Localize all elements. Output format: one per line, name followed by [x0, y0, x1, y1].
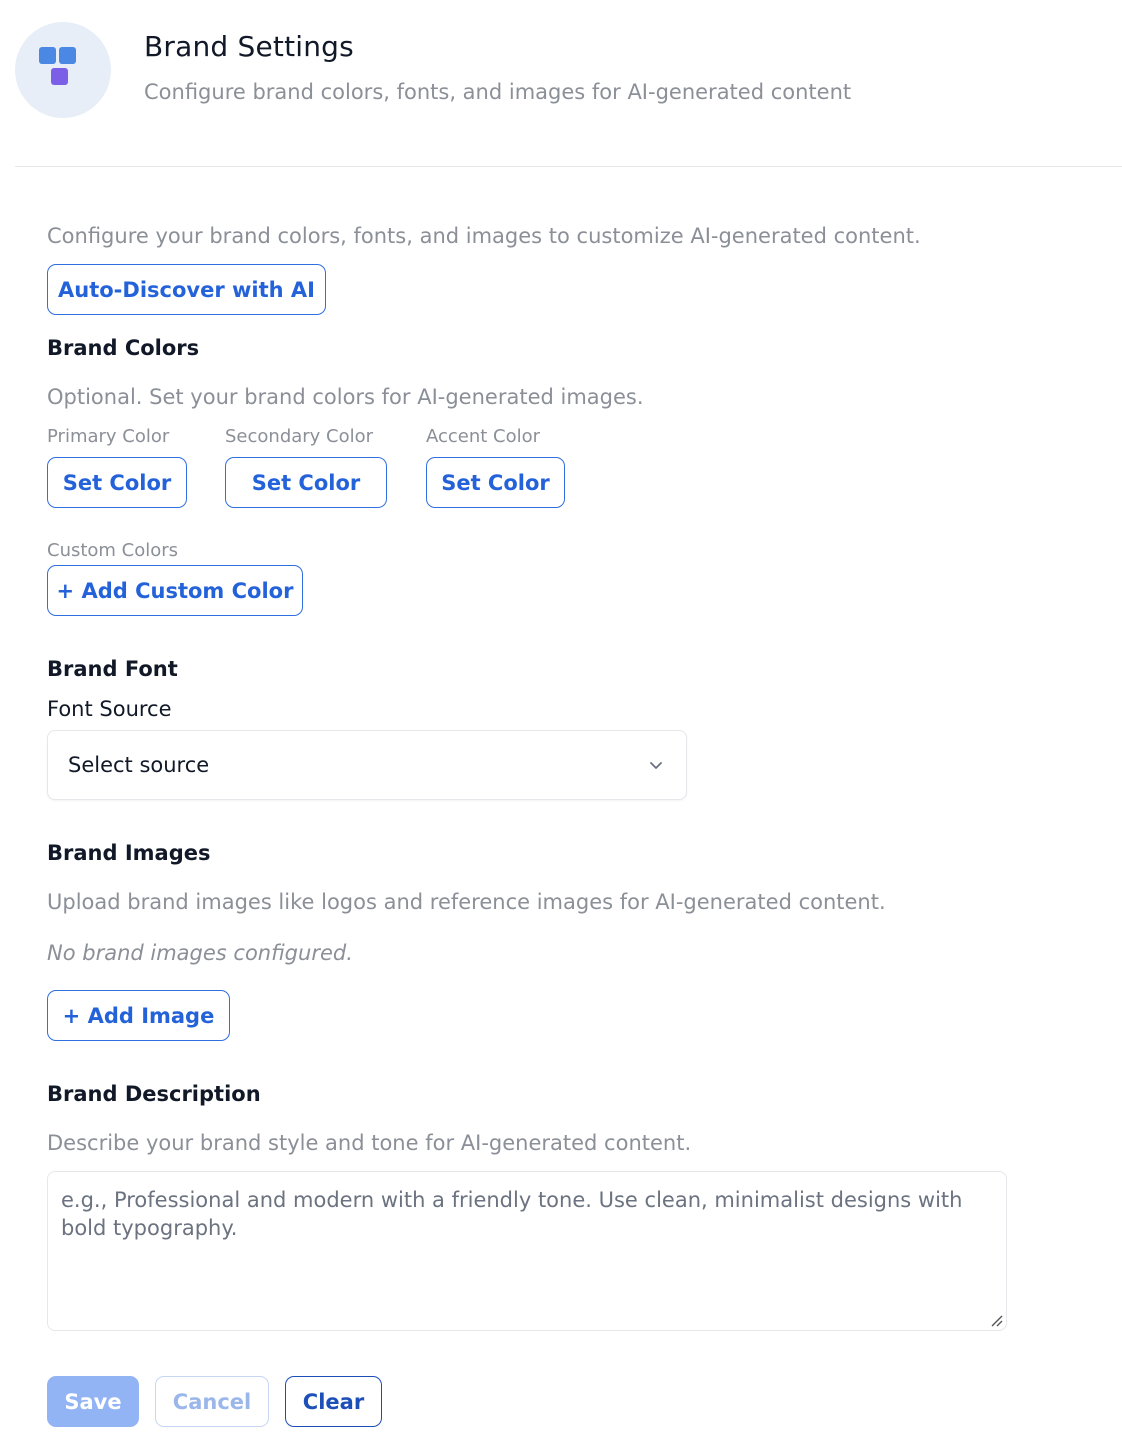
intro-text: Configure your brand colors, fonts, and …: [47, 224, 921, 248]
font-source-select[interactable]: Select source: [47, 730, 687, 800]
brand-description-help: Describe your brand style and tone for A…: [47, 1131, 692, 1155]
page-header: Brand Settings Configure brand colors, f…: [15, 22, 1122, 166]
chevron-down-icon: [650, 762, 662, 769]
primary-color-label: Primary Color: [47, 426, 170, 447]
cancel-button[interactable]: Cancel: [155, 1376, 269, 1427]
font-source-label: Font Source: [47, 697, 172, 721]
set-primary-color-button[interactable]: Set Color: [47, 457, 187, 508]
brand-colors-title: Brand Colors: [47, 336, 200, 360]
accent-color-label: Accent Color: [426, 426, 541, 447]
page-title: Brand Settings: [144, 30, 354, 63]
brand-font-title: Brand Font: [47, 657, 178, 681]
custom-colors-label: Custom Colors: [47, 540, 179, 561]
no-images-text: No brand images configured.: [47, 941, 353, 965]
auto-discover-button[interactable]: Auto-Discover with AI: [47, 264, 326, 315]
save-button[interactable]: Save: [47, 1376, 139, 1427]
logo-square: [59, 47, 76, 64]
set-accent-color-button[interactable]: Set Color: [426, 457, 565, 508]
font-source-value: Select source: [68, 753, 210, 777]
brand-images-description: Upload brand images like logos and refer…: [47, 890, 886, 914]
brand-description-title: Brand Description: [47, 1082, 261, 1106]
page-subtitle: Configure brand colors, fonts, and image…: [144, 80, 852, 104]
brand-colors-description: Optional. Set your brand colors for AI-g…: [47, 385, 644, 409]
brand-images-title: Brand Images: [47, 841, 211, 865]
add-image-button[interactable]: + Add Image: [47, 990, 230, 1041]
header-divider: [15, 166, 1122, 167]
textarea-placeholder: e.g., Professional and modern with a fri…: [61, 1188, 963, 1240]
set-secondary-color-button[interactable]: Set Color: [225, 457, 387, 508]
brand-blocks-icon: [15, 22, 111, 118]
add-custom-color-button[interactable]: + Add Custom Color: [47, 565, 303, 616]
secondary-color-label: Secondary Color: [225, 426, 374, 447]
brand-description-textarea[interactable]: e.g., Professional and modern with a fri…: [47, 1171, 1007, 1331]
clear-button[interactable]: Clear: [285, 1376, 382, 1427]
logo-square: [39, 47, 56, 64]
logo-square: [51, 68, 68, 85]
resize-handle-icon[interactable]: [988, 1312, 1004, 1328]
